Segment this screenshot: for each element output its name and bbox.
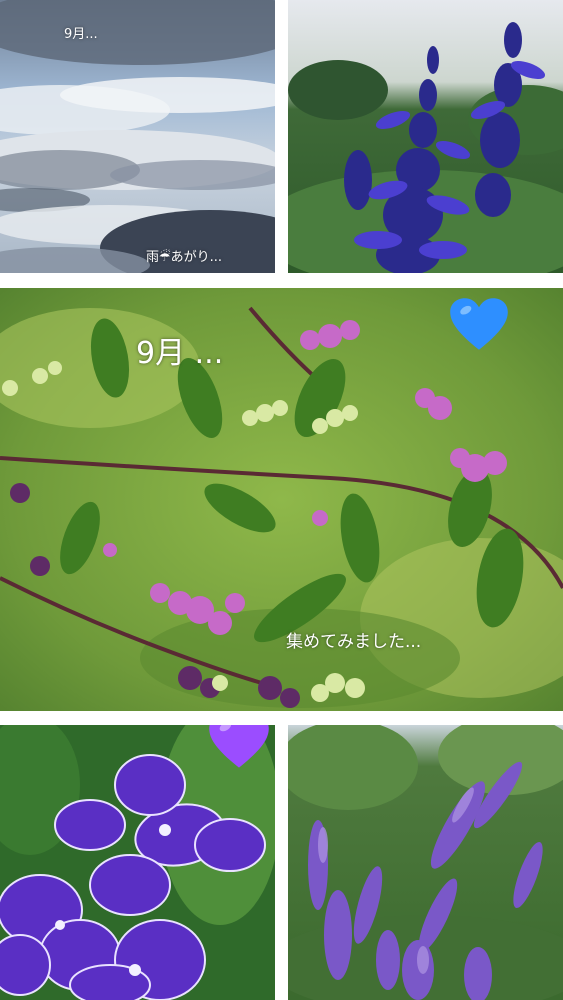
sky-caption-bottom: 雨☔あがり... [146,250,223,265]
sky-photo [0,0,275,273]
purple-heart-icon [209,725,269,768]
salvia-photo [288,0,563,273]
beautyberry-photo-tile[interactable]: 9月 ... 集めてみました... [0,288,563,711]
duranta-photo-tile[interactable] [0,725,275,1000]
vitex-photo-tile[interactable] [288,725,563,1000]
vitex-photo [288,725,563,1000]
sky-photo-tile[interactable]: 9月... 雨☔あがり... [0,0,275,273]
salvia-photo-tile[interactable] [288,0,563,273]
beautyberry-caption-top: 9月 ... [136,336,224,371]
beautyberry-caption-bottom: 集めてみました... [286,632,422,652]
sky-caption-top: 9月... [64,27,98,42]
blue-heart-icon [450,298,508,350]
